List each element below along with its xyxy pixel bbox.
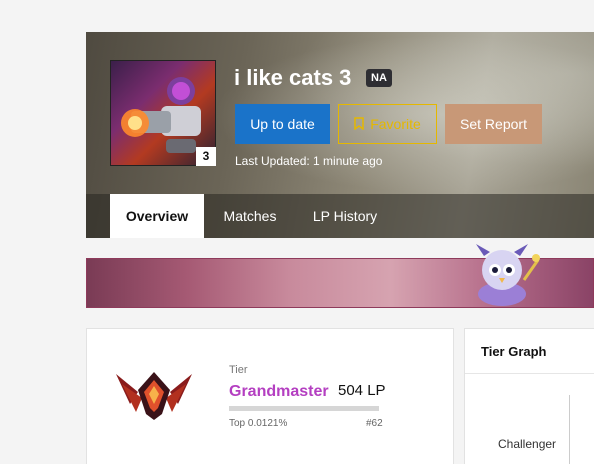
region-badge: NA (366, 69, 392, 87)
tier-label: Tier (229, 364, 248, 376)
summoner-name: i like cats 3 (234, 65, 352, 90)
update-button[interactable]: Up to date (235, 104, 330, 144)
mascot-character (476, 244, 540, 306)
divider (465, 373, 594, 374)
lp-progress-bar (229, 406, 379, 411)
lp-value: 504 LP (338, 382, 386, 399)
set-report-button[interactable]: Set Report (445, 104, 542, 144)
graph-axis (569, 395, 570, 464)
last-updated-text: Last Updated: 1 minute ago (235, 154, 383, 168)
tier-graph-title: Tier Graph (481, 344, 547, 359)
tab-overview[interactable]: Overview (110, 194, 204, 238)
tab-lp-history[interactable]: LP History (302, 194, 388, 238)
bookmark-icon (354, 117, 364, 131)
favorite-label: Favorite (370, 116, 421, 132)
summoner-level: 3 (196, 147, 216, 166)
graph-tick-label: Challenger (498, 437, 557, 451)
ladder-rank: #62 (366, 418, 383, 429)
tier-name: Grandmaster (229, 383, 329, 400)
favorite-button[interactable]: Favorite (338, 104, 437, 144)
grandmaster-emblem-icon (116, 372, 192, 420)
tab-matches[interactable]: Matches (214, 194, 286, 238)
top-percent: Top 0.0121% (229, 418, 288, 429)
